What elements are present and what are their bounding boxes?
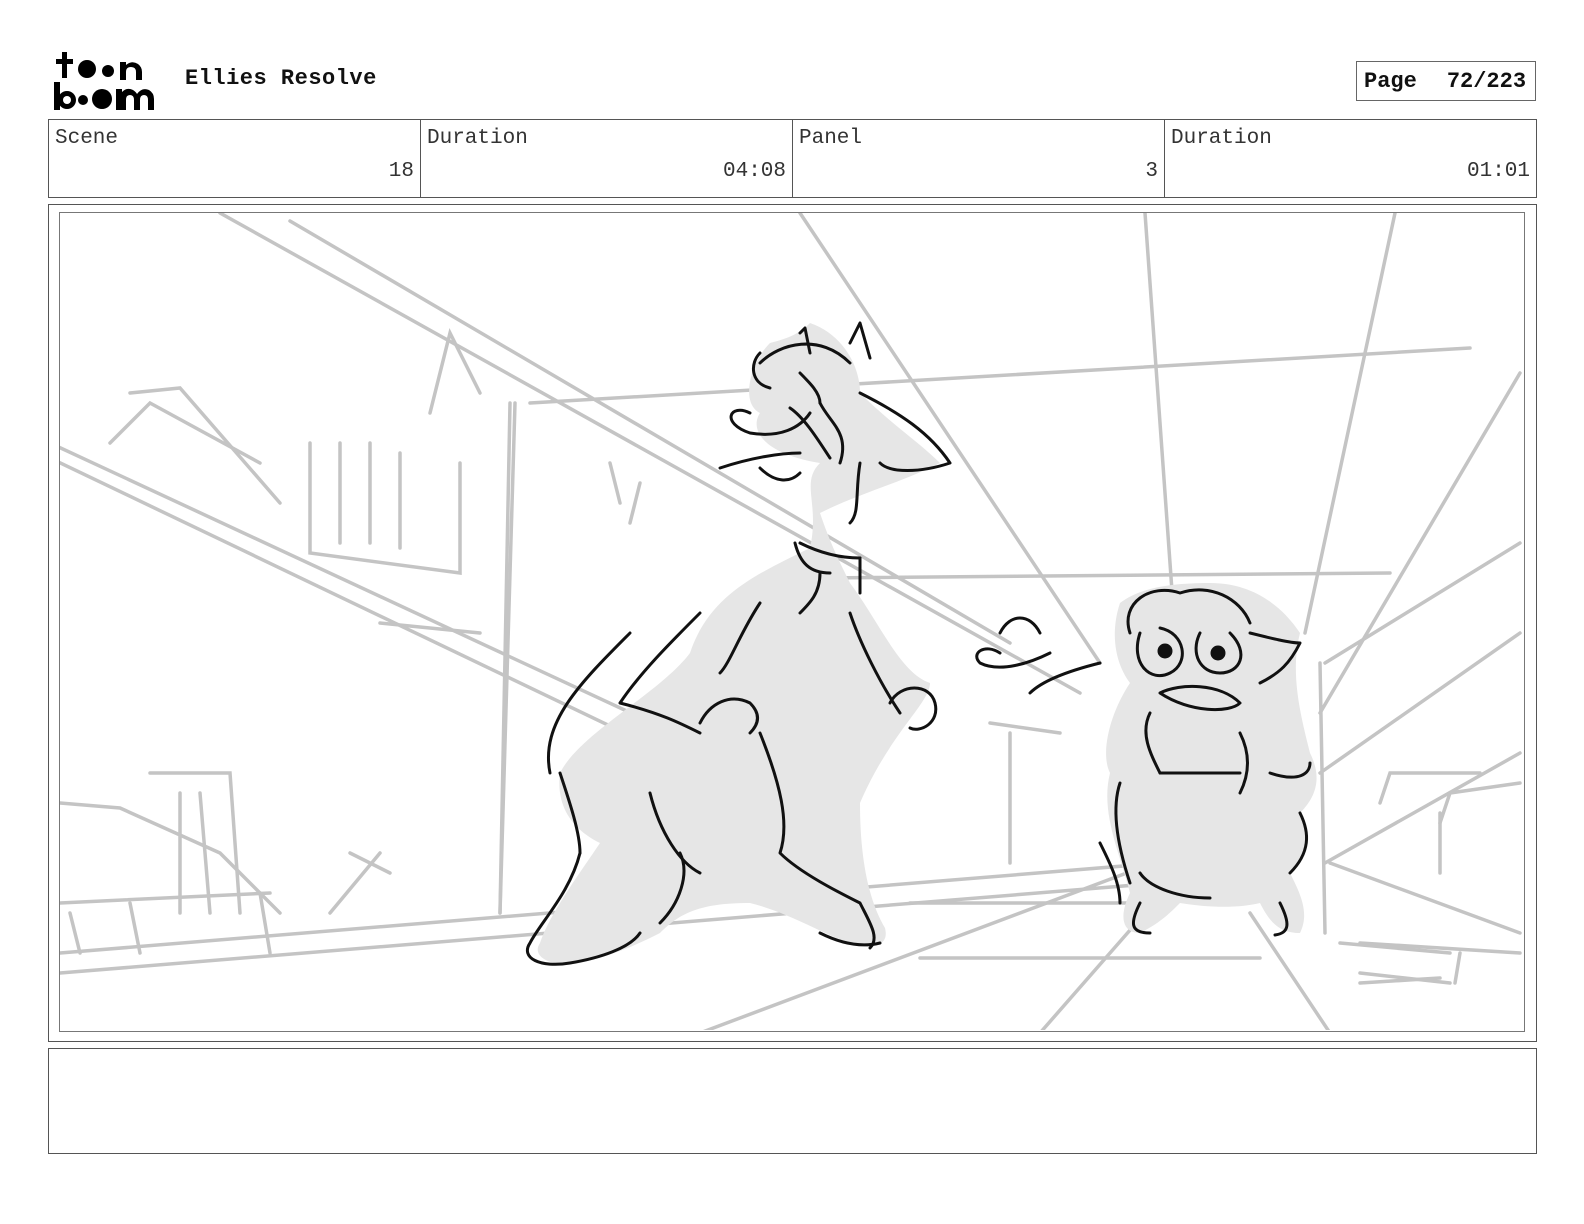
panel-label: Panel xyxy=(799,127,863,150)
short-character-sketch xyxy=(975,583,1317,937)
panel-value: 3 xyxy=(1145,160,1158,183)
panel-duration-label: Duration xyxy=(1171,127,1272,150)
page-number: 72/223 xyxy=(1446,68,1527,94)
project-title: Ellies Resolve xyxy=(185,66,377,91)
page-label: Page xyxy=(1364,68,1417,94)
storyboard-panel xyxy=(59,212,1525,1032)
panel-duration-cell: Duration 01:01 xyxy=(1165,120,1536,197)
page-indicator: Page 72/223 xyxy=(1356,61,1536,101)
scene-duration-value: 04:08 xyxy=(722,160,786,183)
panel-duration-value: 01:01 xyxy=(1466,160,1530,183)
scene-duration-cell: Duration 04:08 xyxy=(421,120,793,197)
scene-value: 18 xyxy=(388,160,414,183)
storyboard-panel-frame xyxy=(48,204,1537,1042)
panel-cell: Panel 3 xyxy=(793,120,1165,197)
panel-notes-box[interactable] xyxy=(48,1048,1537,1154)
scene-duration-label: Duration xyxy=(427,127,528,150)
scene-cell: Scene 18 xyxy=(49,120,421,197)
scene-label: Scene xyxy=(55,127,119,150)
toon-boom-logo xyxy=(54,52,154,110)
scene-info-table: Scene 18 Duration 04:08 Panel 3 Duration… xyxy=(48,119,1537,198)
storyboard-sketch xyxy=(60,213,1522,1030)
